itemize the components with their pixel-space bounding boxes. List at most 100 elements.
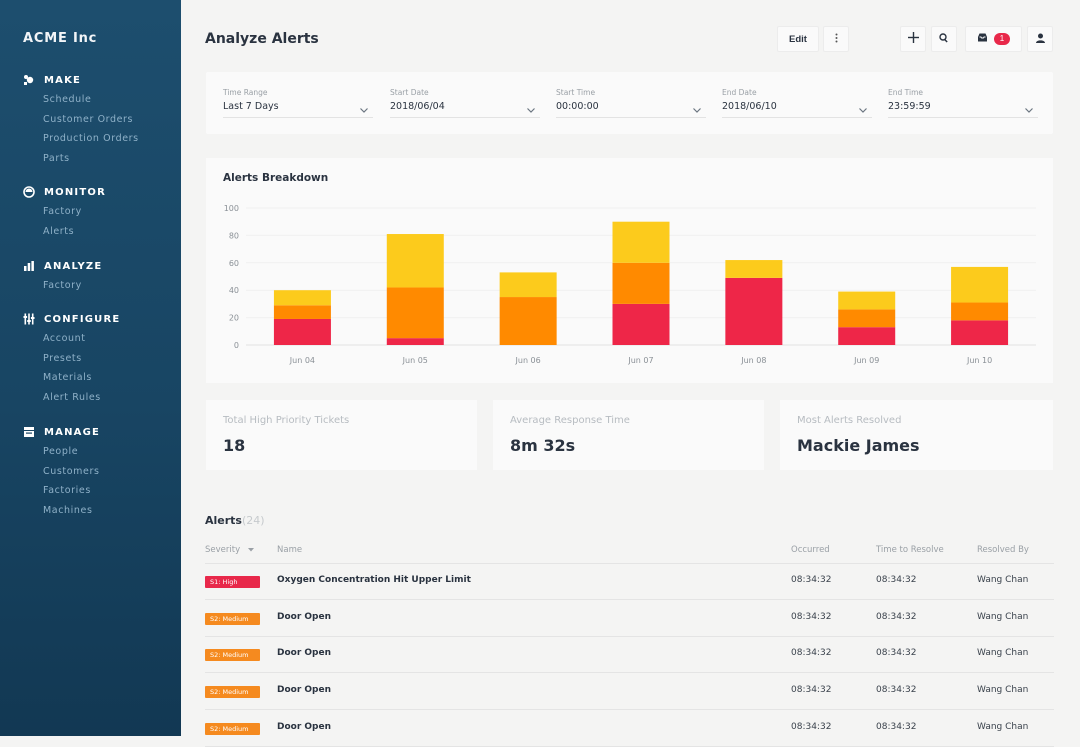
end-time-select[interactable]: End Time 23:59:59 <box>888 88 1038 118</box>
bar-segment-jun-04-s3[interactable] <box>273 290 331 306</box>
sidebar-item-alert-rules[interactable]: Alert Rules <box>0 388 181 408</box>
sidebar-item-presets[interactable]: Presets <box>0 349 181 369</box>
brand-logo[interactable]: ACME Inc <box>23 31 97 46</box>
severity-badge: S2: Medium <box>205 722 260 735</box>
sidebar-item-alerts[interactable]: Alerts <box>0 222 181 242</box>
edit-button[interactable]: Edit <box>777 26 819 52</box>
y-tick-label: 80 <box>229 231 239 240</box>
nav-group-manage: MANAGE People Customers Factories Machin… <box>0 424 181 520</box>
bar-segment-jun-04-s1[interactable] <box>273 318 331 345</box>
sidebar-item-parts[interactable]: Parts <box>0 149 181 169</box>
alerts-section-title: Alerts(24) <box>205 514 265 527</box>
nav-head-configure[interactable]: CONFIGURE <box>0 311 181 327</box>
bar-segment-jun-09-s3[interactable] <box>838 291 896 310</box>
occurred-cell: 08:34:32 <box>791 611 832 622</box>
time-range-select[interactable]: Time Range Last 7 Days <box>223 88 373 118</box>
search-button[interactable] <box>931 26 957 52</box>
bar-segment-jun-05-s1[interactable] <box>386 338 444 345</box>
sidebar-item-machines[interactable]: Machines <box>0 501 181 521</box>
time-to-resolve-cell: 08:34:32 <box>876 611 917 622</box>
sidebar-item-schedule[interactable]: Schedule <box>0 90 181 110</box>
bar-segment-jun-09-s2[interactable] <box>838 309 896 328</box>
sidebar-item-production-orders[interactable]: Production Orders <box>0 129 181 149</box>
alert-name: Door Open <box>277 611 332 622</box>
sidebar-item-customers[interactable]: Customers <box>0 462 181 482</box>
bar-segment-jun-08-s3[interactable] <box>725 260 783 278</box>
bar-segment-jun-04-s2[interactable] <box>273 305 331 319</box>
alert-name: Oxygen Concentration Hit Upper Limit <box>277 575 471 585</box>
x-tick-label: Jun 04 <box>289 356 315 365</box>
sidebar-item-analyze-factory[interactable]: Factory <box>0 276 181 296</box>
chevron-down-icon <box>526 100 536 113</box>
add-button[interactable] <box>900 26 926 52</box>
stat-card-most-resolved: Most Alerts Resolved Mackie James <box>780 400 1053 470</box>
nav-head-monitor[interactable]: MONITOR <box>0 184 181 200</box>
alerts-breakdown-chart: 0 20 40 60 80 100 Jun 04 Jun 05 Jun 06 Jun 07 Jun … <box>224 204 1036 365</box>
x-tick-label: Jun 09 <box>853 356 879 365</box>
user-profile-button[interactable] <box>1027 26 1053 52</box>
nav-group-analyze: ANALYZE Factory <box>0 258 181 296</box>
sidebar-item-factory[interactable]: Factory <box>0 202 181 222</box>
nav-group-monitor: MONITOR Factory Alerts <box>0 184 181 241</box>
alert-name: Door Open <box>277 685 332 696</box>
bar-segment-jun-07-s3[interactable] <box>612 221 670 263</box>
sliders-icon <box>23 313 35 325</box>
column-header-severity[interactable]: Severity <box>205 545 254 555</box>
resolved-by-cell: Wang Chan <box>977 648 1029 659</box>
sidebar-item-account[interactable]: Account <box>0 329 181 349</box>
table-row[interactable]: S2: Medium Door Open 08:34:32 08:34:32 Wang … <box>205 601 1054 637</box>
column-header-name[interactable]: Name <box>277 545 302 555</box>
start-date-select[interactable]: Start Date 2018/06/04 <box>390 88 540 118</box>
nav-head-make[interactable]: MAKE <box>0 72 181 88</box>
sidebar-item-factories[interactable]: Factories <box>0 481 181 501</box>
plus-icon <box>907 32 919 46</box>
inbox-count-badge: 1 <box>993 33 1011 45</box>
sidebar-item-materials[interactable]: Materials <box>0 368 181 388</box>
column-header-resolved-by[interactable]: Resolved By <box>977 545 1029 555</box>
table-row[interactable]: S1: High Oxygen Concentration Hit Upper L… <box>205 564 1054 600</box>
chevron-down-icon <box>359 100 369 113</box>
alert-name: Door Open <box>277 721 332 732</box>
inbox-icon <box>977 33 988 45</box>
bar-segment-jun-10-s3[interactable] <box>951 266 1009 303</box>
more-options-button[interactable] <box>823 26 849 52</box>
table-row[interactable]: S2: Medium Door Open 08:34:32 08:34:32 Wang … <box>205 637 1054 674</box>
column-header-time-to-resolve[interactable]: Time to Resolve <box>876 545 944 555</box>
nav-head-manage[interactable]: MANAGE <box>0 424 181 440</box>
bar-segment-jun-06-s2[interactable] <box>499 297 557 345</box>
user-icon <box>1035 33 1045 46</box>
occurred-cell: 08:34:32 <box>791 685 832 696</box>
search-icon <box>939 32 949 46</box>
sidebar-item-customer-orders[interactable]: Customer Orders <box>0 110 181 130</box>
bar-segment-jun-07-s2[interactable] <box>612 262 670 304</box>
sidebar-item-people[interactable]: People <box>0 442 181 462</box>
main-content: Analyze Alerts Edit 1 Time Range Last 7 … <box>181 0 1080 747</box>
bar-segment-jun-05-s3[interactable] <box>386 234 444 288</box>
bar-segment-jun-10-s2[interactable] <box>951 302 1009 321</box>
bar-segment-jun-08-s1[interactable] <box>725 277 783 345</box>
stat-value: Mackie James <box>797 436 920 455</box>
bar-segment-jun-06-s3[interactable] <box>499 272 557 298</box>
time-to-resolve-cell: 08:34:32 <box>876 685 917 696</box>
alerts-breakdown-card: Alerts Breakdown 0 20 40 60 80 100 Jun 04 Jun 0… <box>206 158 1053 383</box>
inbox-button[interactable]: 1 <box>965 26 1022 52</box>
gear-cluster-icon <box>23 74 35 86</box>
table-row[interactable]: S2: Medium Door Open 08:34:32 08:34:32 Wang … <box>205 711 1054 747</box>
sidebar: ACME Inc MAKE Schedule Customer Orders P… <box>0 0 181 736</box>
resolved-by-cell: Wang Chan <box>977 575 1029 585</box>
start-time-select[interactable]: Start Time 00:00:00 <box>556 88 706 118</box>
table-row[interactable]: S2: Medium Door Open 08:34:32 08:34:32 Wang … <box>205 674 1054 711</box>
column-header-occurred[interactable]: Occurred <box>791 545 830 555</box>
nav-group-configure: CONFIGURE Account Presets Materials Aler… <box>0 311 181 407</box>
severity-badge: S2: Medium <box>205 612 260 625</box>
nav-head-analyze[interactable]: ANALYZE <box>0 258 181 274</box>
gauge-icon <box>23 186 35 198</box>
y-tick-label: 0 <box>234 341 239 350</box>
time-to-resolve-cell: 08:34:32 <box>876 575 917 585</box>
bar-segment-jun-09-s1[interactable] <box>838 327 896 345</box>
bar-segment-jun-05-s2[interactable] <box>386 287 444 339</box>
end-date-select[interactable]: End Date 2018/06/10 <box>722 88 872 118</box>
bar-segment-jun-10-s1[interactable] <box>951 320 1009 345</box>
resolved-by-cell: Wang Chan <box>977 685 1029 696</box>
bar-segment-jun-07-s1[interactable] <box>612 303 670 345</box>
